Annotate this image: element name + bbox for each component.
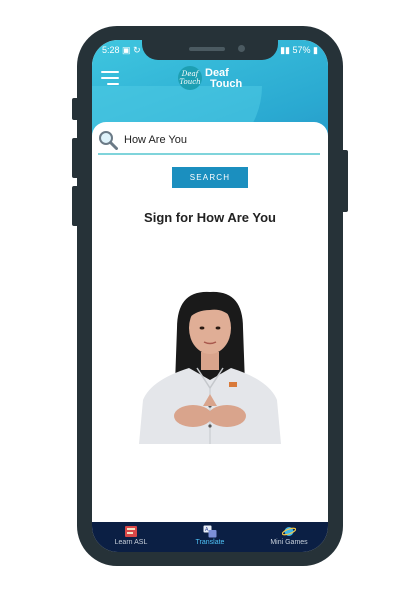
sign-video — [137, 288, 283, 444]
power-button — [343, 150, 348, 212]
nav-label-translate: Translate — [195, 539, 225, 546]
translate-icon: A — [203, 525, 217, 538]
bottom-nav: Learn ASL A Translate Mini Games — [92, 522, 328, 552]
logo-badge: Deaf Touch — [178, 66, 202, 90]
front-camera — [238, 45, 245, 52]
status-time: 5:28 — [102, 45, 120, 55]
nav-label-mini-games: Mini Games — [270, 539, 308, 546]
nav-item-mini-games[interactable]: Mini Games — [250, 525, 328, 552]
book-icon — [125, 526, 137, 537]
battery-icon: ▮ — [313, 45, 318, 55]
search-button[interactable]: SEARCH — [172, 167, 248, 188]
planet-icon — [282, 527, 296, 536]
svg-text:A: A — [205, 527, 209, 533]
search-icon — [99, 131, 118, 150]
result-title: Sign for How Are You — [144, 210, 276, 225]
speaker-grille — [189, 47, 225, 51]
bixby-button — [72, 186, 77, 226]
nav-label-learn-asl: Learn ASL — [114, 539, 148, 546]
volume-up-button — [72, 98, 77, 120]
status-bar-right: ▮▮ 57% ▮ — [280, 45, 318, 56]
search-bar — [98, 128, 320, 155]
battery-percent: 57% — [292, 45, 311, 55]
status-bar-left: 5:28 ▣ ↻ — [102, 45, 141, 56]
sync-icon: ↻ — [133, 45, 141, 55]
translate-content: SEARCH Sign for How Are You — [92, 122, 328, 527]
signal-icon: ▮▮ — [280, 45, 290, 55]
search-input[interactable] — [124, 131, 314, 149]
nav-item-learn-asl[interactable]: Learn ASL — [92, 525, 170, 552]
hamburger-menu-button[interactable] — [101, 71, 121, 85]
nav-item-translate[interactable]: A Translate — [171, 525, 249, 552]
image-notification-icon: ▣ — [122, 45, 131, 55]
app-name-line2: Touch — [210, 78, 243, 90]
phone-screen: 5:28 ▣ ↻ ▮▮ 57% ▮ Deaf Touch Deaf Touch — [92, 40, 328, 552]
volume-down-button — [72, 138, 77, 178]
phone-notch — [142, 40, 278, 60]
